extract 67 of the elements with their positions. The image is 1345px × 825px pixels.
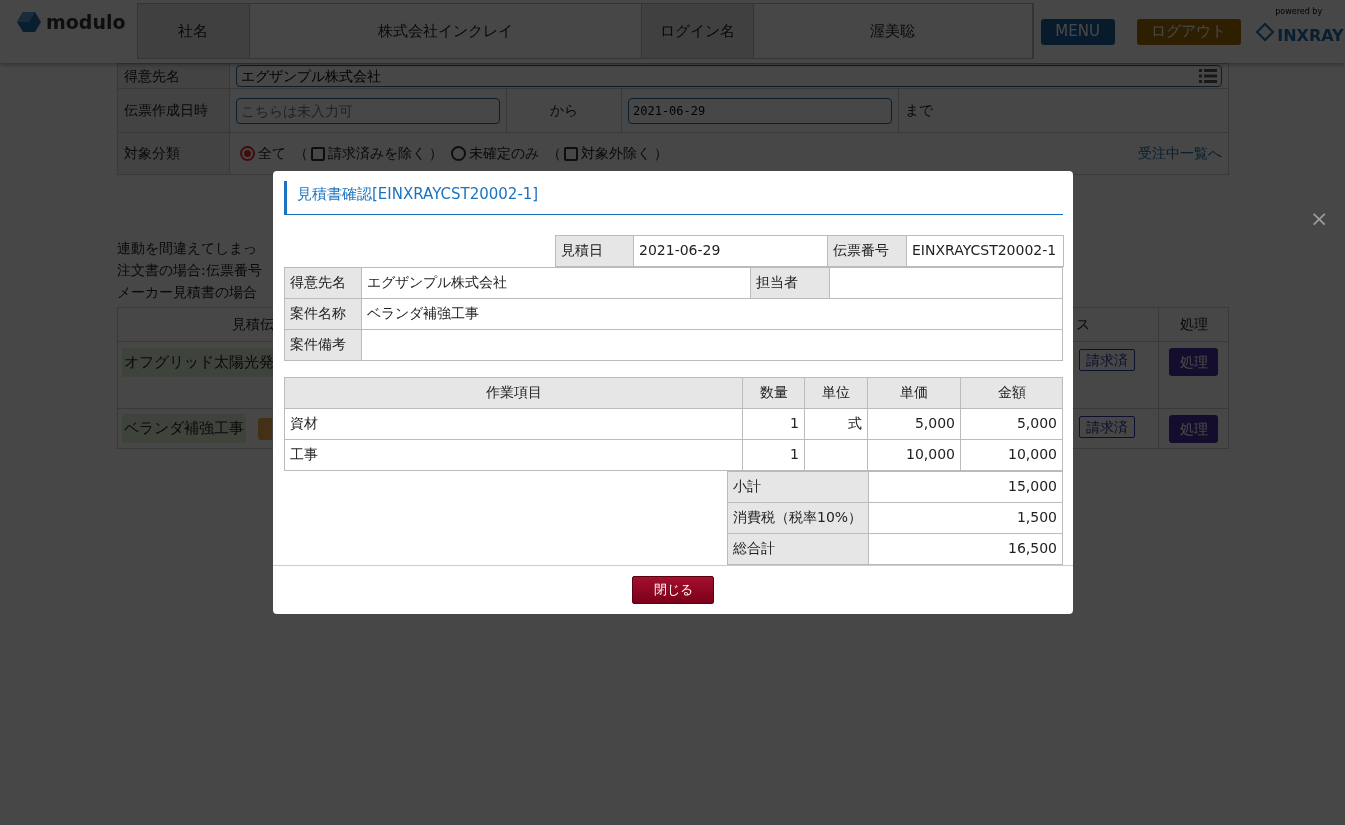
close-button[interactable]: 閉じる <box>632 575 714 604</box>
radio-button[interactable] <box>239 146 255 161</box>
info-label: 案件名称 <box>284 298 362 329</box>
dialog-title: 見積書確認[EINXRAYCST20002-1] <box>284 181 1063 215</box>
company-name: 株式会社インクレイ <box>249 4 642 58</box>
column-header: 単価 <box>867 377 961 408</box>
total-value: 1,500 <box>868 502 1063 533</box>
range-text: から <box>550 102 578 118</box>
paren-text: ） <box>653 144 668 163</box>
column-header: 単位 <box>804 377 868 408</box>
paren-text: （ <box>293 144 308 163</box>
option-label[interactable]: 請求済みを除く <box>327 143 426 164</box>
estimate-title[interactable]: オフグリッド太陽光発 <box>121 348 276 377</box>
close-icon[interactable]: × <box>1310 208 1329 230</box>
option-label[interactable]: 対象外除く <box>580 143 651 164</box>
note-text: 注文書の場合:伝票番号 <box>117 262 262 278</box>
table-cell: 5,000 <box>1016 415 1057 431</box>
column-header: 数量 <box>742 377 805 408</box>
option-label[interactable]: 全て <box>257 143 286 164</box>
list-icon[interactable] <box>1199 69 1217 83</box>
paren-text: ） <box>428 144 443 163</box>
info-label: 得意先名 <box>284 267 362 298</box>
table-cell: 資材 <box>290 415 318 431</box>
option-label[interactable]: 未確定のみ <box>468 143 539 164</box>
table-cell: 式 <box>848 415 862 431</box>
brand-name: INXRAY <box>1277 24 1344 47</box>
table-cell: 10,000 <box>906 446 955 462</box>
table-cell: 1 <box>790 446 799 462</box>
logo-icon <box>16 11 42 34</box>
info-label: 担当者 <box>750 267 830 298</box>
field-label: 得意先名 <box>117 63 230 89</box>
column-header: 見積伝 <box>231 316 274 332</box>
note-text: メーカー見積書の場合 <box>117 284 257 300</box>
user-name: 渥美聡 <box>753 4 1033 58</box>
total-label: 小計 <box>727 471 869 502</box>
table-cell: 1 <box>790 415 799 431</box>
customer-field[interactable]: エグザンプル株式会社 <box>236 65 1222 87</box>
column-header: 金額 <box>960 377 1063 408</box>
info-value: エグザンプル株式会社 <box>361 267 751 298</box>
checkbox[interactable] <box>310 146 325 161</box>
checkbox[interactable] <box>563 146 578 161</box>
column-header: 作業項目 <box>284 377 743 408</box>
total-value: 15,000 <box>868 471 1063 502</box>
info-label: 伝票番号 <box>827 235 907 266</box>
field-value: エグザンプル株式会社 <box>241 66 381 86</box>
info-label: 見積日 <box>555 235 634 266</box>
info-value: EINXRAYCST20002-1 <box>906 235 1064 266</box>
total-label: 総合計 <box>727 533 869 564</box>
radio-button[interactable] <box>450 146 466 161</box>
info-label: 案件備考 <box>284 329 362 360</box>
brand-icon <box>1255 21 1276 42</box>
table-cell: 5,000 <box>914 415 955 431</box>
date-to-field[interactable]: 2021-06-29 <box>628 97 892 124</box>
logo-text: modulo <box>46 10 126 35</box>
note-text: 連動を間違えてしまっ <box>117 240 257 256</box>
table-cell: 工事 <box>290 446 318 462</box>
powered-by-text: powered by <box>1275 5 1323 18</box>
logout-button[interactable]: ログアウト <box>1136 18 1242 45</box>
column-header: ス <box>1076 316 1090 332</box>
paren-text: （ <box>546 144 561 163</box>
table-cell: 10,000 <box>1008 446 1057 462</box>
range-text: まで <box>905 102 933 118</box>
total-label: 消費税（税率10%） <box>727 502 869 533</box>
info-value: 2021-06-29 <box>633 235 828 266</box>
info-value: ベランダ補強工事 <box>361 298 1063 329</box>
list-link[interactable]: 受注中一覧へ <box>1138 143 1222 164</box>
total-value: 16,500 <box>868 533 1063 564</box>
